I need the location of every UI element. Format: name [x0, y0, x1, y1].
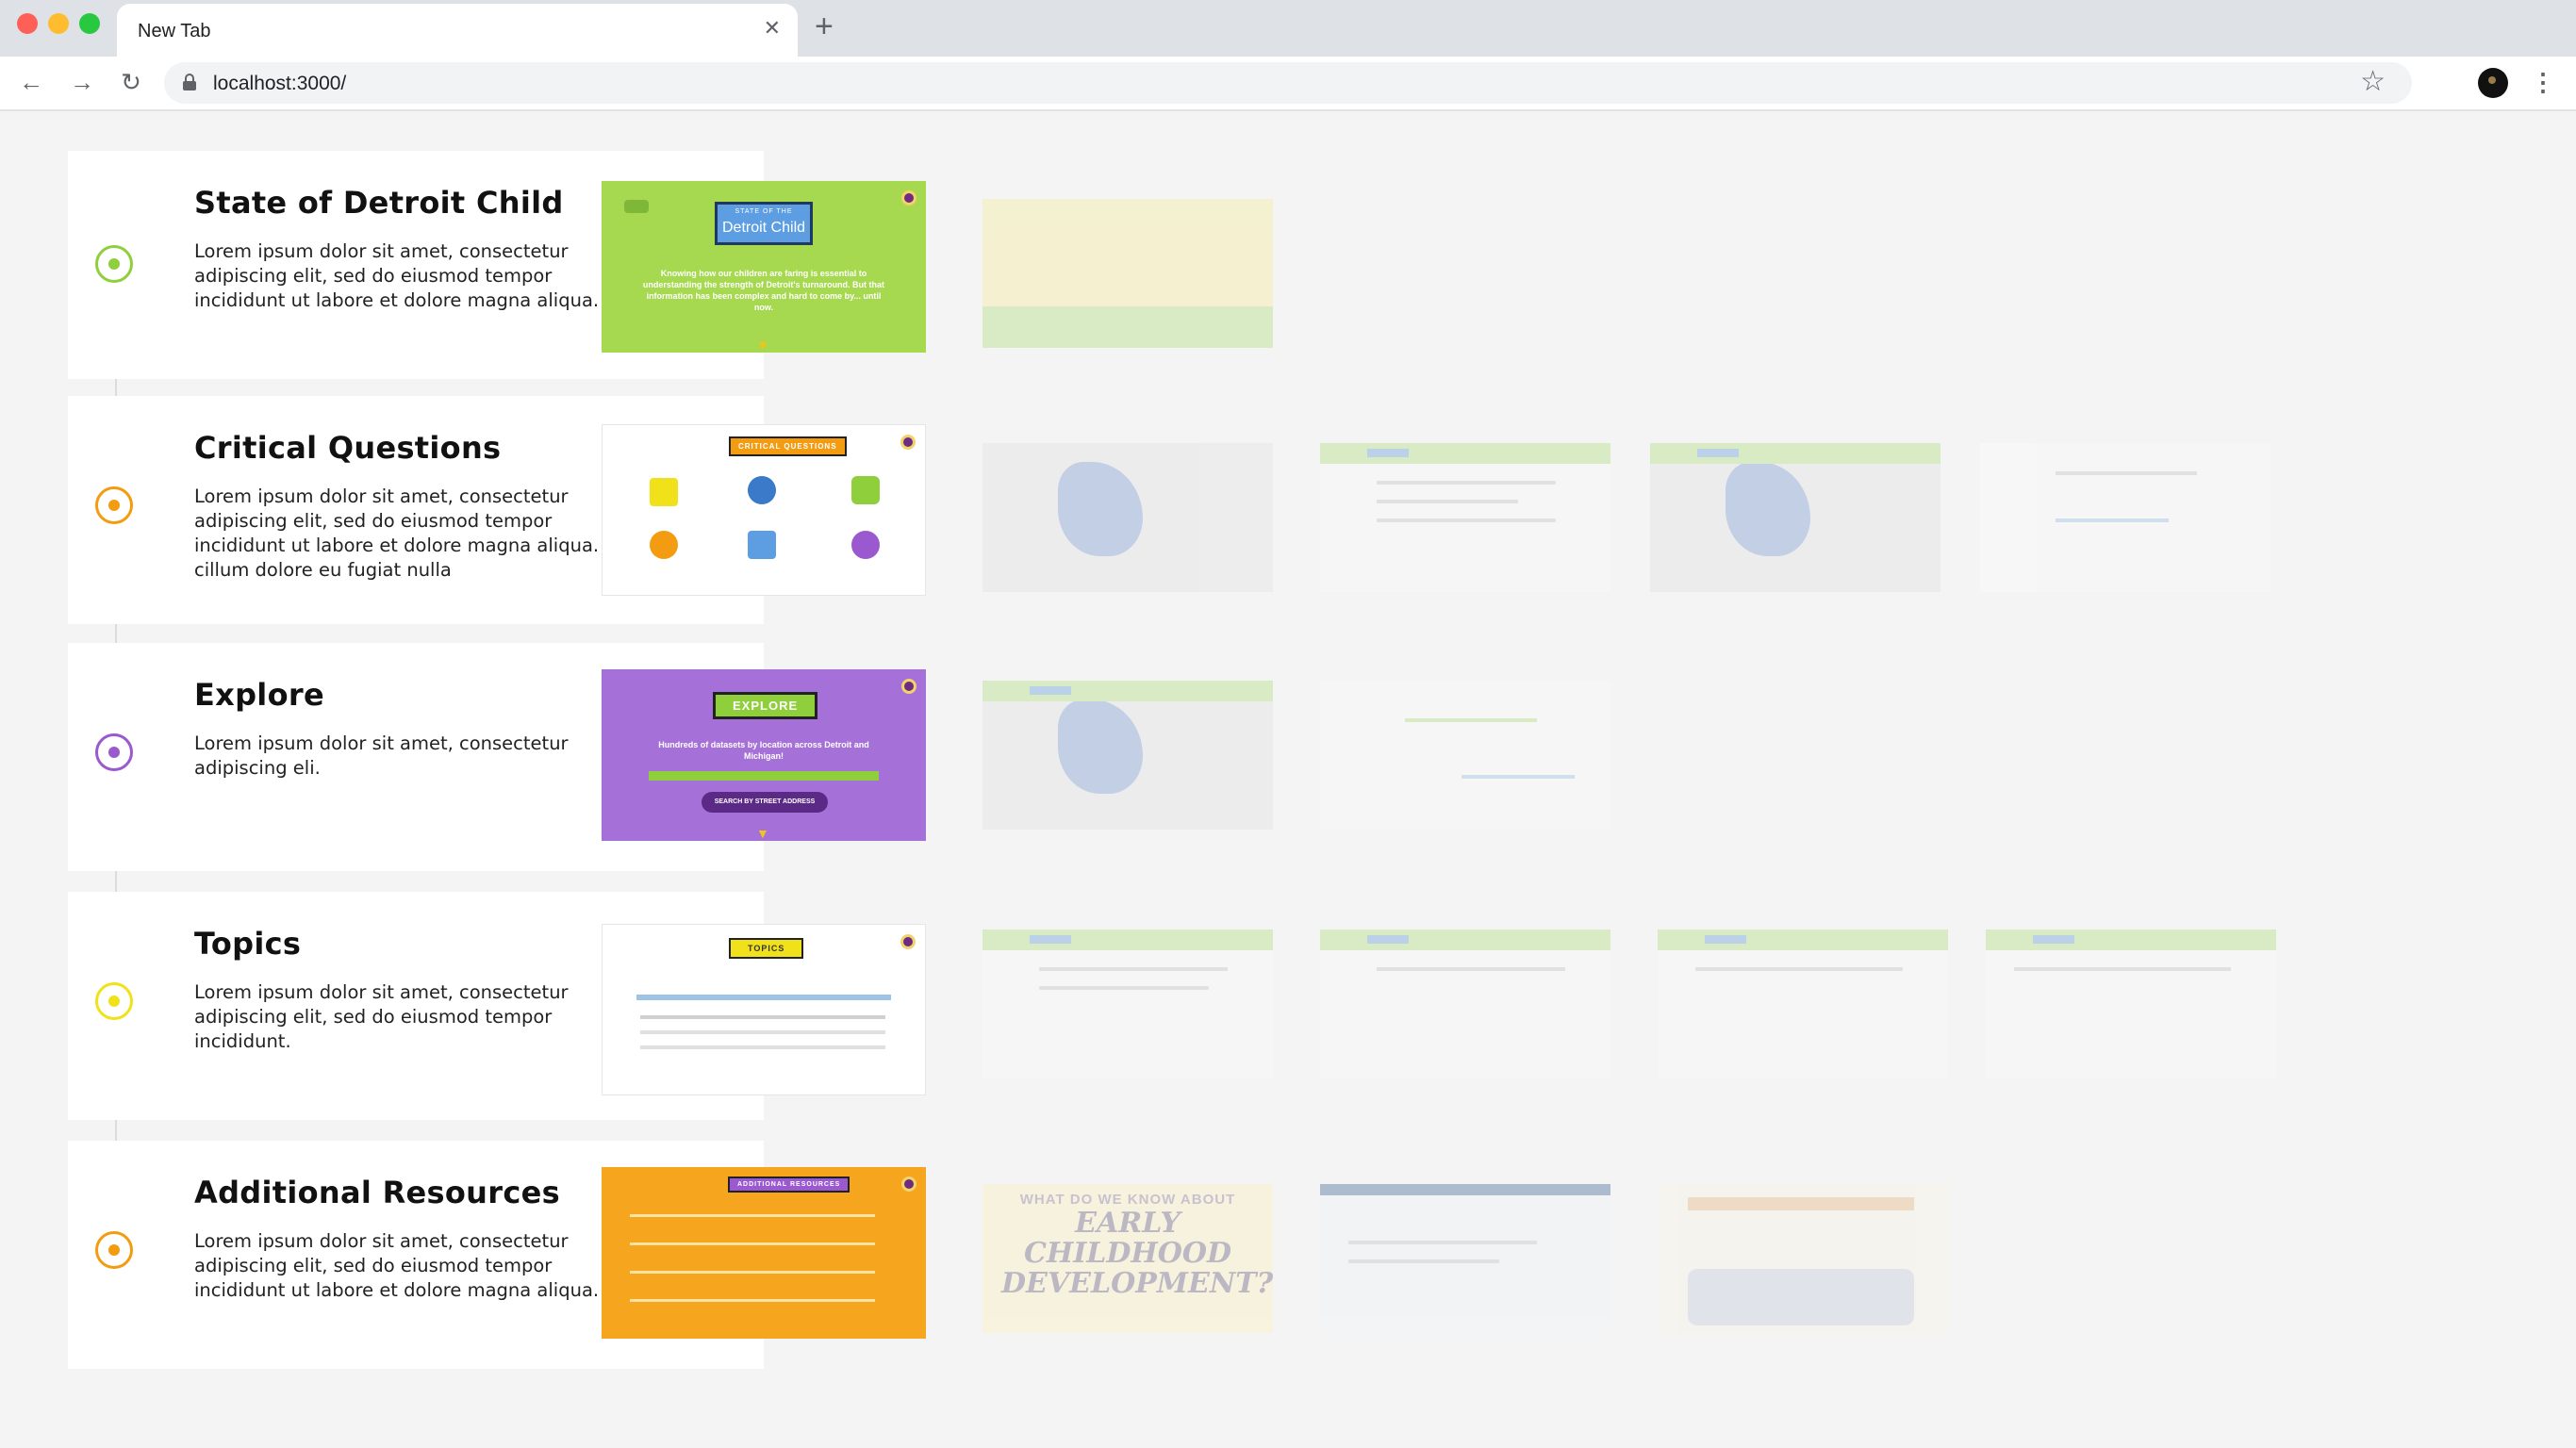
browser-toolbar: ← → ↻ localhost:3000/ ☆ ⋮ — [0, 57, 2576, 111]
resource-list — [630, 1242, 875, 1245]
section-description: Lorem ipsum dolor sit amet, consectetur … — [194, 1230, 600, 1301]
tab-bar: New Tab ✕ + — [0, 0, 2576, 57]
timeline-dot — [95, 733, 133, 771]
timeline-dot — [95, 982, 133, 1020]
timeline-dot — [95, 486, 133, 524]
thumbnail-heading: EARLY CHILDHOOD DEVELOPMENT? — [1001, 1207, 1273, 1300]
chat-icon — [901, 679, 916, 694]
browser-menu-icon[interactable]: ⋮ — [2531, 66, 2555, 98]
preview-text: Hundreds of datasets by location across … — [658, 740, 869, 761]
thumbnail[interactable] — [1320, 443, 1610, 592]
thumbnail[interactable]: WHAT DO WE KNOW ABOUT EARLY CHILDHOOD DE… — [983, 1184, 1273, 1333]
thumbnail[interactable] — [1986, 930, 2276, 1078]
thumbnail[interactable] — [983, 199, 1273, 348]
minimize-window-button[interactable] — [48, 13, 69, 34]
thumbnail[interactable] — [983, 681, 1273, 830]
chat-icon — [900, 435, 916, 450]
bookmark-star-icon[interactable]: ☆ — [2360, 68, 2386, 96]
thumbnail[interactable] — [1320, 930, 1610, 1078]
preview-label-box: STATE OF THE Detroit Child — [715, 202, 813, 245]
lock-icon — [183, 74, 196, 90]
illustration-icon — [851, 531, 880, 559]
illustration-icon — [650, 478, 678, 506]
preview-label: Detroit Child — [721, 220, 806, 236]
preview-label-top: STATE OF THE — [735, 208, 793, 215]
preview-label: TOPICS — [729, 938, 804, 959]
resource-list — [630, 1214, 875, 1217]
section-preview-explore[interactable]: EXPLORE Hundreds of datasets by location… — [602, 669, 926, 841]
illustration-icon — [748, 531, 776, 559]
logo-badge — [624, 200, 649, 213]
thumbnail[interactable] — [1980, 443, 2271, 592]
chat-icon — [900, 934, 916, 949]
preview-label: ADDITIONAL RESOURCES — [728, 1176, 850, 1193]
thumbnail[interactable] — [1320, 1184, 1610, 1333]
profile-avatar[interactable] — [2478, 68, 2508, 98]
section-description: Lorem ipsum dolor sit amet, consectetur … — [194, 732, 569, 779]
thumbnail[interactable] — [983, 443, 1273, 592]
preview-label: CRITICAL QUESTIONS — [729, 436, 847, 456]
section-title: State of Detroit Child — [194, 185, 564, 221]
search-by-address-button[interactable]: SEARCH BY STREET ADDRESS — [702, 792, 828, 813]
section-preview-topics[interactable]: TOPICS — [602, 924, 926, 1095]
illustration-icon — [748, 476, 776, 504]
section-title: Critical Questions — [194, 430, 502, 466]
chat-icon — [901, 190, 916, 206]
close-icon[interactable]: ✕ — [764, 17, 781, 40]
section-description: Lorem ipsum dolor sit amet, consectetur … — [194, 485, 600, 581]
thumbnail[interactable] — [1658, 930, 1948, 1078]
resource-list — [630, 1299, 875, 1302]
section-preview-state-of-detroit-child[interactable]: STATE OF THE Detroit Child Knowing how o… — [602, 181, 926, 353]
topic-filters[interactable] — [636, 995, 891, 1000]
chat-icon — [901, 1176, 916, 1192]
topic-list — [640, 1030, 885, 1034]
section-title: Additional Resources — [194, 1175, 560, 1210]
new-tab-button[interactable]: + — [815, 9, 834, 43]
section-description: Lorem ipsum dolor sit amet, consectetur … — [194, 981, 569, 1052]
close-window-button[interactable] — [17, 13, 38, 34]
section-title: Explore — [194, 677, 324, 713]
tab-title: New Tab — [138, 21, 211, 41]
browser-tab[interactable]: New Tab ✕ — [117, 4, 798, 57]
back-arrow-icon[interactable]: ← — [15, 66, 47, 98]
section-description: Lorem ipsum dolor sit amet, consectetur … — [194, 240, 600, 311]
illustration-icon — [650, 531, 678, 559]
timeline-dot — [95, 245, 133, 283]
maximize-window-button[interactable] — [79, 13, 100, 34]
section-preview-critical-questions[interactable]: CRITICAL QUESTIONS — [602, 424, 926, 596]
topic-list — [640, 1045, 885, 1049]
resource-list — [630, 1271, 875, 1274]
preview-text: Knowing how our children are faring is e… — [642, 269, 885, 312]
section-preview-additional-resources[interactable]: ADDITIONAL RESOURCES — [602, 1167, 926, 1339]
thumbnail[interactable] — [1660, 1184, 1950, 1333]
thumbnail[interactable] — [983, 930, 1273, 1078]
preview-label: EXPLORE — [713, 692, 818, 719]
illustration-icon — [851, 476, 880, 504]
topic-list — [640, 1015, 885, 1019]
reload-icon[interactable]: ↻ — [115, 66, 147, 98]
thumbnail[interactable] — [1320, 681, 1610, 830]
page-content: State of Detroit Child Lorem ipsum dolor… — [0, 111, 2576, 1448]
timeline-dot — [95, 1231, 133, 1269]
address-bar[interactable]: localhost:3000/ ☆ — [164, 62, 2412, 104]
forward-arrow-icon[interactable]: → — [66, 66, 98, 98]
url-text[interactable]: localhost:3000/ — [213, 73, 346, 95]
search-input[interactable] — [649, 771, 879, 781]
section-title: Topics — [194, 926, 302, 962]
down-arrow-icon: ▼ — [756, 337, 769, 353]
thumbnail[interactable] — [1650, 443, 1940, 592]
down-arrow-icon: ▼ — [756, 826, 769, 841]
